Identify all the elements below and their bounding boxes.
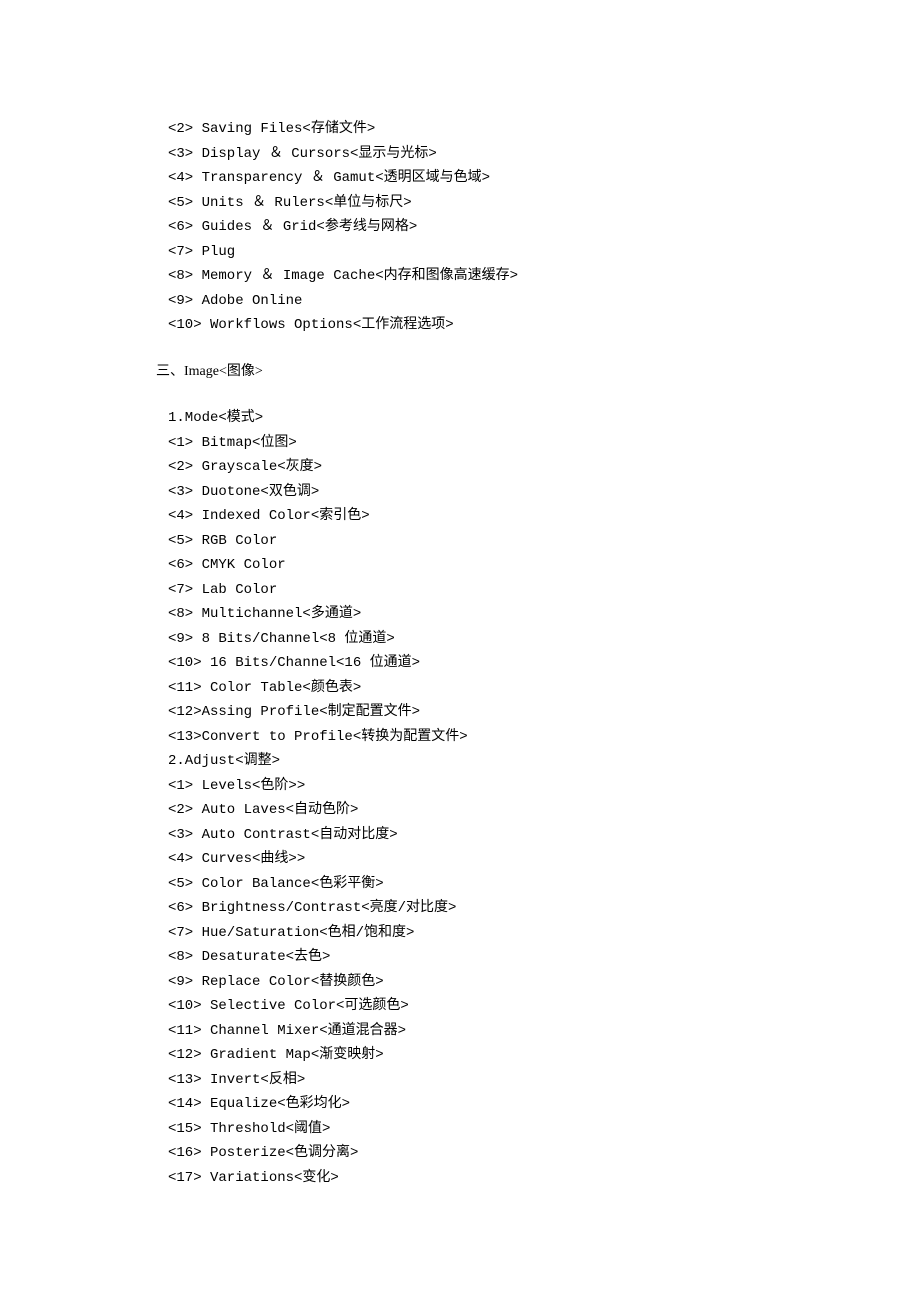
list-item: <14> Equalize<色彩均化> [168, 1092, 920, 1117]
list-item: <16> Posterize<色调分离> [168, 1141, 920, 1166]
list-item: <4> Curves<曲线>> [168, 847, 920, 872]
list-item: <17> Variations<变化> [168, 1166, 920, 1191]
list-item: <6> Guides ＆ Grid<参考线与网格> [168, 215, 920, 240]
list-item: <13>Convert to Profile<转换为配置文件> [168, 725, 920, 750]
list-item: <7> Hue/Saturation<色相/饱和度> [168, 921, 920, 946]
list-item: <1> Bitmap<位图> [168, 431, 920, 456]
list-item: <5> RGB Color [168, 529, 920, 554]
list-item: <10> 16 Bits/Channel<16 位通道> [168, 651, 920, 676]
list-item: <11> Color Table<颜色表> [168, 676, 920, 701]
list-item: <13> Invert<反相> [168, 1068, 920, 1093]
list-item: <1> Levels<色阶>> [168, 774, 920, 799]
list-item: <9> 8 Bits/Channel<8 位通道> [168, 627, 920, 652]
list-item: <5> Color Balance<色彩平衡> [168, 872, 920, 897]
list-item: <2> Grayscale<灰度> [168, 455, 920, 480]
section-heading-image: 三、Image<图像> [156, 360, 920, 385]
list-item: <3> Display ＆ Cursors<显示与光标> [168, 142, 920, 167]
list-item: <12> Gradient Map<渐变映射> [168, 1043, 920, 1068]
list-item: <4> Transparency ＆ Gamut<透明区域与色域> [168, 166, 920, 191]
list-item: <9> Replace Color<替换颜色> [168, 970, 920, 995]
list-item: <7> Plug [168, 240, 920, 265]
subsection-heading-mode: 1.Mode<模式> [168, 406, 920, 431]
list-item: <15> Threshold<阈值> [168, 1117, 920, 1142]
list-item: <8> Multichannel<多通道> [168, 602, 920, 627]
list-item: <9> Adobe Online [168, 289, 920, 314]
list-item: <2> Auto Laves<自动色阶> [168, 798, 920, 823]
list-item: <3> Duotone<双色调> [168, 480, 920, 505]
list-item: <8> Desaturate<去色> [168, 945, 920, 970]
list-item: <11> Channel Mixer<通道混合器> [168, 1019, 920, 1044]
list-item: <3> Auto Contrast<自动对比度> [168, 823, 920, 848]
list-item: <6> CMYK Color [168, 553, 920, 578]
list-item: <7> Lab Color [168, 578, 920, 603]
list-item: <6> Brightness/Contrast<亮度/对比度> [168, 896, 920, 921]
list-item: <12>Assing Profile<制定配置文件> [168, 700, 920, 725]
list-item: <8> Memory ＆ Image Cache<内存和图像高速缓存> [168, 264, 920, 289]
list-item: <10> Workflows Options<工作流程选项> [168, 313, 920, 338]
list-item: <5> Units ＆ Rulers<单位与标尺> [168, 191, 920, 216]
subsection-heading-adjust: 2.Adjust<调整> [168, 749, 920, 774]
list-item: <2> Saving Files<存储文件> [168, 117, 920, 142]
list-item: <4> Indexed Color<索引色> [168, 504, 920, 529]
list-item: <10> Selective Color<可选颜色> [168, 994, 920, 1019]
